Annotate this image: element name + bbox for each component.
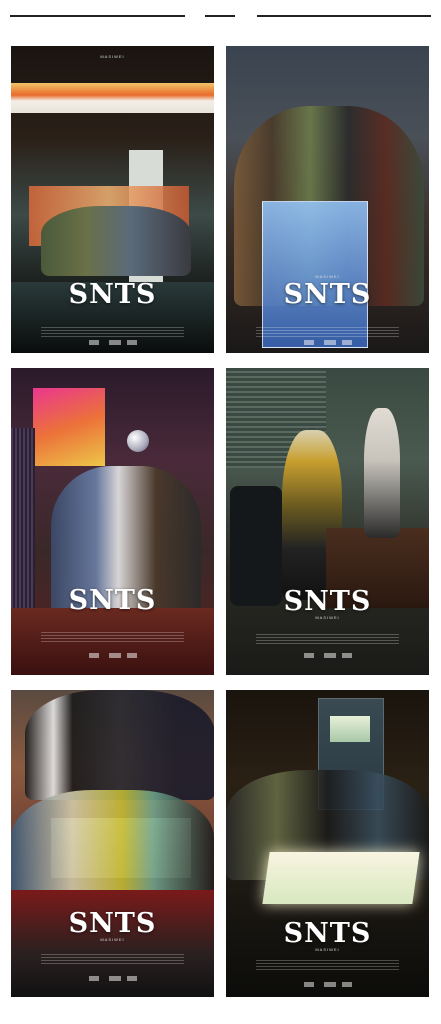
poster-logos (89, 653, 137, 658)
poster-credits (256, 325, 399, 337)
group-figures (41, 206, 191, 276)
standing-figures (25, 690, 214, 800)
poster-title: SNTS (283, 586, 372, 617)
poster-roller-disco[interactable]: SNTS (11, 368, 214, 675)
poster-restaurant[interactable]: SNTS MASIWEI (11, 690, 214, 997)
poster-logos (304, 340, 352, 345)
atm-screen (330, 716, 370, 742)
poster-credits (256, 632, 399, 644)
poster-artist: MASIWEI (315, 947, 340, 952)
poster-artist: MASIWEI (100, 937, 125, 942)
top-rule-center (205, 15, 235, 17)
poster-credits (256, 958, 399, 970)
poster-mahjong[interactable]: SNTS MASIWEI (226, 690, 429, 997)
canopy (11, 83, 214, 113)
poster-title: SNTS (68, 908, 157, 939)
poster-artist: MASIWEI (315, 615, 340, 620)
top-rule-right (257, 15, 431, 17)
standing-man (364, 408, 400, 538)
poster-gas-station[interactable]: MASIWEI SNTS (11, 46, 214, 353)
poster-title: SNTS (283, 279, 372, 310)
neon-sign (33, 388, 105, 466)
poster-logos (304, 982, 352, 987)
poster-logos (89, 340, 137, 345)
top-rule-left (10, 15, 185, 17)
poster-credits (41, 325, 184, 337)
poster-credits (41, 952, 184, 964)
poster-title: SNTS (283, 918, 372, 949)
disco-ball (127, 430, 149, 452)
poster-title: SNTS (68, 279, 157, 310)
poster-credits (41, 630, 184, 642)
mahjong-table (262, 852, 420, 904)
poster-title: SNTS (68, 585, 157, 616)
poster-fish-tank[interactable]: MASIWEI SNTS (226, 46, 429, 353)
poster-logos (304, 653, 352, 658)
poster-logos (89, 976, 137, 981)
poster-office[interactable]: SNTS MASIWEI (226, 368, 429, 675)
poster-artist-top: MASIWEI (100, 54, 125, 59)
